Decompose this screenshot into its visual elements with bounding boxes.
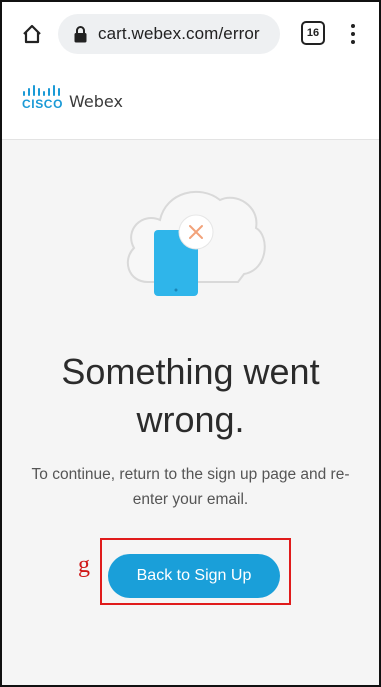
lock-icon	[74, 25, 88, 43]
error-title: Something went wrong.	[61, 351, 320, 440]
annotation-label: g	[78, 552, 90, 578]
cisco-webex-logo[interactable]: CISCO Webex	[22, 84, 123, 110]
tabs-icon[interactable]: 16	[301, 21, 325, 45]
back-to-sign-up-button[interactable]: Back to Sign Up	[108, 554, 280, 598]
logo-cisco-text: CISCO	[22, 97, 64, 111]
home-icon[interactable]	[18, 20, 46, 48]
error-page-content: Something went wrong. To continue, retur…	[0, 140, 381, 687]
logo-webex-text: Webex	[69, 92, 123, 111]
site-header: CISCO Webex	[0, 66, 381, 140]
error-message: To continue, return to the sign up page …	[31, 466, 350, 508]
cisco-bars-icon	[23, 85, 60, 96]
error-illustration	[126, 190, 266, 296]
url-text: cart.webex.com/error	[98, 24, 260, 43]
more-vert-icon[interactable]	[345, 20, 361, 48]
address-bar[interactable]: cart.webex.com/error	[58, 14, 280, 54]
tab-count: 16	[306, 27, 320, 39]
error-x-icon	[178, 214, 214, 250]
browser-toolbar: cart.webex.com/error 16	[0, 0, 381, 66]
